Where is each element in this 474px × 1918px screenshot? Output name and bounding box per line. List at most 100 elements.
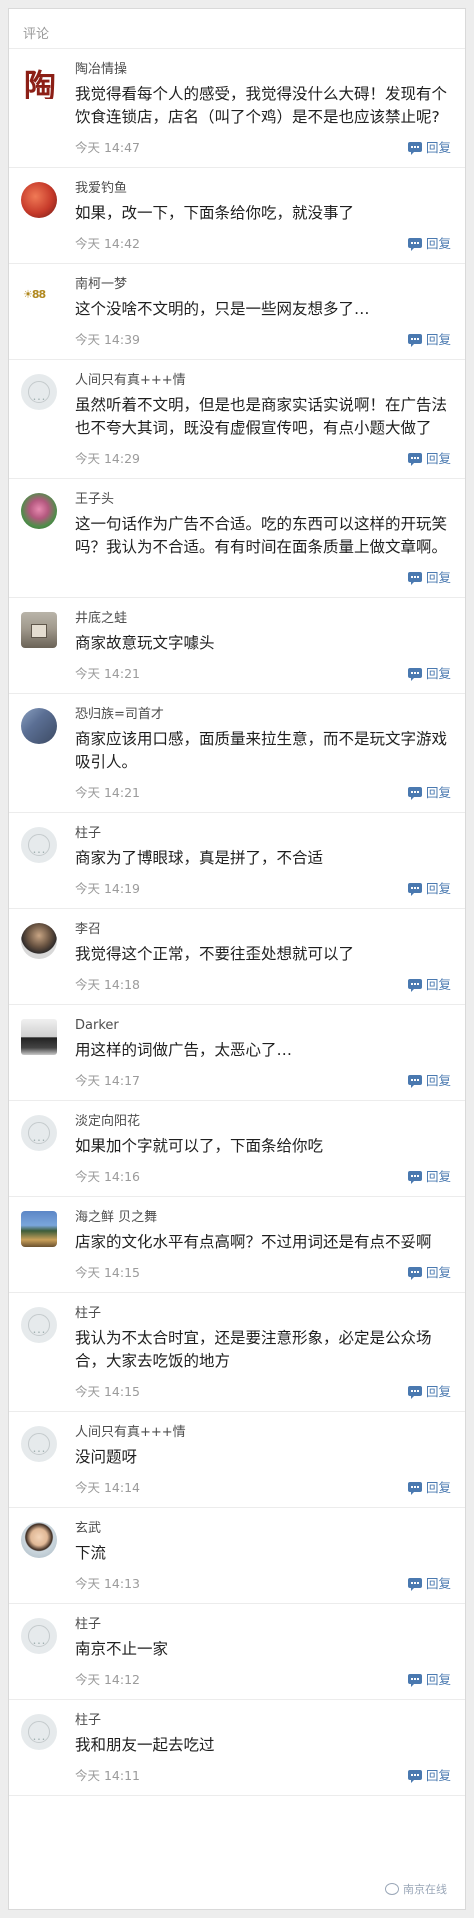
reply-button[interactable]: 回复 [407,137,451,156]
reply-label: 回复 [425,881,451,896]
reply-label: 回复 [425,570,451,585]
reply-button[interactable]: 回复 [407,1573,451,1592]
commenter-name[interactable]: Darker [75,1017,451,1035]
comment-meta: 今天 14:16 回复 [75,1162,451,1196]
commenter-name[interactable]: 玄武 [75,1520,451,1538]
comment-item: Darker 用这样的词做广告，太恶心了… 今天 14:17 回复 [9,1005,465,1101]
comment-list: 陶陶冶情操 我觉得看每个人的感受，我觉得没什么大碍！发现有个饮食连锁店，店名（叫了… [9,49,465,1796]
comment-meta: 今天 14:11 回复 [75,1761,451,1795]
default-avatar[interactable]: • • • [21,1426,57,1462]
commenter-name[interactable]: 恐归族=司首才 [75,706,451,724]
comment-item: 恐归族=司首才 商家应该用口感，面质量来拉生意，而不是玩文字游戏吸引人。 今天 14… [9,694,465,813]
comment-item: 我爱钓鱼如果，改一下，下面条给你吃，就没事了 今天 14:42 回复 [9,168,465,264]
default-avatar[interactable]: • • • [21,1115,57,1151]
man-avatar[interactable] [21,923,57,959]
comment-item: 井底之蛙 商家故意玩文字噱头 今天 14:21 回复 [9,598,465,694]
comment-text: 如果加个字就可以了，下面条给你吃 [75,1137,324,1155]
reply-button[interactable]: 回复 [407,1166,451,1185]
comment-meta: 今天 14:15 回复 [75,1377,451,1411]
comment-timestamp: 今天 14:42 [75,236,140,251]
comment-meta: 今天 14:15 回复 [75,1258,451,1292]
commenter-name[interactable]: 人间只有真+++情 [75,1424,451,1442]
blossom-avatar[interactable] [21,708,57,744]
comment-timestamp: 今天 14:18 [75,977,140,992]
comment-item: • • • 柱子 我和朋友一起去吃过 今天 14:11 回复 [9,1700,465,1796]
lake-avatar[interactable] [21,1211,57,1247]
comment-timestamp: 今天 14:17 [75,1073,140,1088]
commenter-name[interactable]: 柱子 [75,1616,451,1634]
commenter-name[interactable]: 王子头 [75,491,451,509]
default-avatar[interactable]: • • • [21,374,57,410]
comment-meta: 今天 14:18 回复 [75,970,451,1004]
comment-meta: 今天 14:13 回复 [75,1569,451,1603]
default-avatar[interactable]: • • • [21,1618,57,1654]
comment-text: 虽然听着不文明，但是也是商家实话实说啊！在广告法也不夸大其词，既没有虚假宣传吧，… [75,396,448,437]
comment-bubble-icon [407,1266,422,1280]
reply-button[interactable]: 回复 [407,1070,451,1089]
comment-text: 商家应该用口感，面质量来拉生意，而不是玩文字游戏吸引人。 [75,730,448,771]
comment-meta: 今天 14:12 回复 [75,1665,451,1699]
reply-button[interactable]: 回复 [407,663,451,682]
comment-timestamp: 今天 14:29 [75,451,140,466]
commenter-name[interactable]: 柱子 [75,1712,451,1730]
comment-bubble-icon [407,1577,422,1591]
comment-text: 如果，改一下，下面条给你吃，就没事了 [75,204,355,222]
gold-logo-avatar[interactable]: ☀88 [21,278,57,314]
comment-timestamp: 今天 14:14 [75,1480,140,1495]
default-avatar[interactable]: • • • [21,1714,57,1750]
comment-panel: 评论 陶陶冶情操 我觉得看每个人的感受，我觉得没什么大碍！发现有个饮食连锁店，店名… [8,8,466,1910]
reply-button[interactable]: 回复 [407,782,451,801]
reply-button[interactable]: 回复 [407,1765,451,1784]
comment-item: 王子头 这一句话作为广告不合适。吃的东西可以这样的开玩笑吗？我认为不合适。有有时间… [9,479,465,598]
house-avatar[interactable] [21,612,57,648]
comment-item: 陶陶冶情操 我觉得看每个人的感受，我觉得没什么大碍！发现有个饮食连锁店，店名（叫了… [9,49,465,168]
commenter-name[interactable]: 柱子 [75,825,451,843]
reply-label: 回复 [425,1169,451,1184]
comment-item: 李召我觉得这个正常，不要往歪处想就可以了 今天 14:18 回复 [9,909,465,1005]
reply-label: 回复 [425,140,451,155]
comment-bubble-icon [407,882,422,896]
commenter-name[interactable]: 淡定向阳花 [75,1113,451,1131]
comment-timestamp: 今天 14:12 [75,1672,140,1687]
commenter-name[interactable]: 南柯一梦 [75,276,451,294]
reply-label: 回复 [425,451,451,466]
comment-bubble-icon [407,333,422,347]
reply-button[interactable]: 回复 [407,1262,451,1281]
reply-button[interactable]: 回复 [407,1669,451,1688]
comment-text: 我觉得这个正常，不要往歪处想就可以了 [75,945,355,963]
commenter-name[interactable]: 海之鲜 贝之舞 [75,1209,451,1227]
reply-button[interactable]: 回复 [407,329,451,348]
reply-label: 回复 [425,332,451,347]
default-avatar[interactable]: • • • [21,827,57,863]
reply-button[interactable]: 回复 [407,878,451,897]
reply-button[interactable]: 回复 [407,1477,451,1496]
default-avatar[interactable]: • • • [21,1307,57,1343]
car-avatar[interactable] [21,1019,57,1055]
boy-avatar[interactable] [21,1522,57,1558]
comment-text: 商家为了博眼球，真是拼了，不合适 [75,849,324,867]
reply-button[interactable]: 回复 [407,1381,451,1400]
commenter-name[interactable]: 李召 [75,921,451,939]
reply-button[interactable]: 回复 [407,448,451,467]
comment-bubble-icon [407,452,422,466]
lotus-avatar[interactable] [21,493,57,529]
comment-item: • • • 淡定向阳花如果加个字就可以了，下面条给你吃今天 14:16 回复 [9,1101,465,1197]
commenter-name[interactable]: 我爱钓鱼 [75,180,451,198]
red-photo-avatar[interactable] [21,182,57,218]
commenter-name[interactable]: 人间只有真+++情 [75,372,451,390]
commenter-name[interactable]: 柱子 [75,1305,451,1323]
comment-meta: 今天 14:14 回复 [75,1473,451,1507]
commenter-name[interactable]: 井底之蛙 [75,610,451,628]
comment-text: 店家的文化水平有点高啊？不过用词还是有点不妥啊 [75,1233,432,1251]
comment-bubble-icon [407,1673,422,1687]
brush-calligraphy-avatar[interactable]: 陶 [21,63,57,99]
comment-text: 没问题呀 [75,1448,138,1466]
reply-button[interactable]: 回复 [407,233,451,252]
reply-label: 回复 [425,1265,451,1280]
reply-button[interactable]: 回复 [407,567,451,586]
commenter-name[interactable]: 陶冶情操 [75,61,451,79]
comment-text: 南京不止一家 [75,1640,169,1658]
comment-bubble-icon [407,1170,422,1184]
reply-button[interactable]: 回复 [407,974,451,993]
reply-label: 回复 [425,1073,451,1088]
